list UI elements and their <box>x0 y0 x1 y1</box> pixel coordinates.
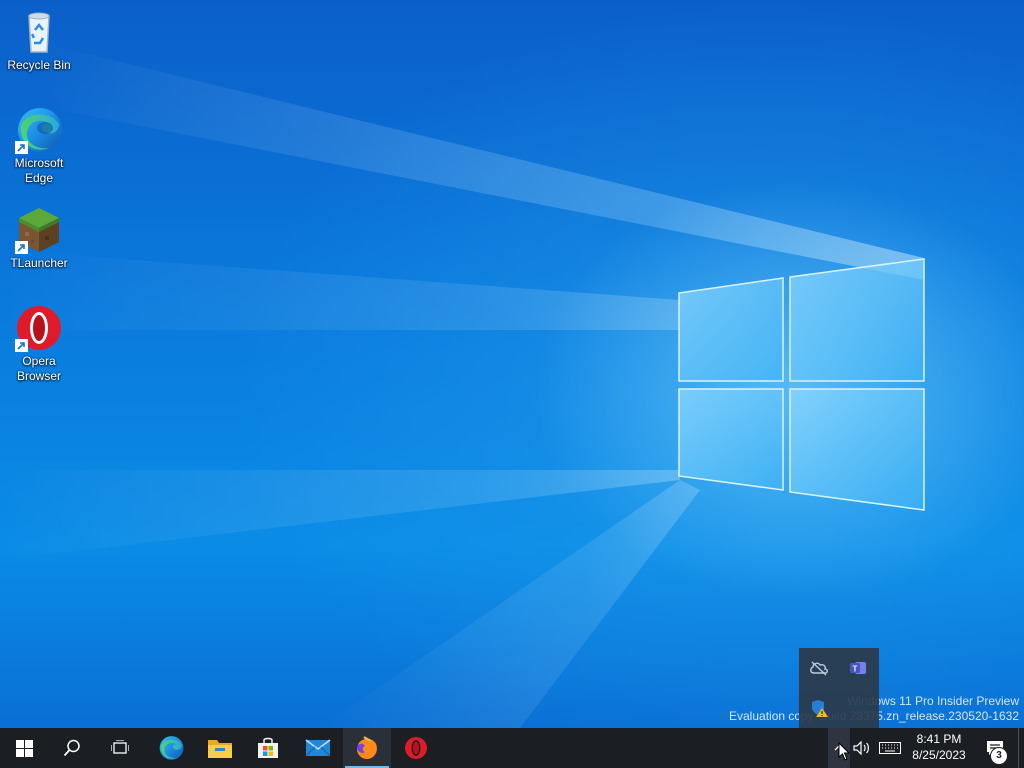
desktop-icon-label: Opera Browser <box>16 354 61 383</box>
svg-text:T: T <box>853 665 858 674</box>
taskbar-file-explorer[interactable] <box>196 728 244 768</box>
taskbar-edge[interactable] <box>147 728 195 768</box>
task-view-icon <box>111 740 129 754</box>
start-button[interactable] <box>0 728 48 768</box>
recycle-bin-icon <box>15 8 63 56</box>
desktop-icon-label: Recycle Bin <box>7 58 71 72</box>
touch-keyboard-button[interactable] <box>876 728 904 768</box>
taskbar-firefox[interactable] <box>343 728 391 768</box>
onedrive-offline-icon[interactable] <box>807 656 831 680</box>
clock-date: 8/25/2023 <box>912 748 966 762</box>
volume-button[interactable] <box>850 728 874 768</box>
hidden-tray-icons-flyout: T <box>799 648 879 728</box>
wallpaper-windows-logo <box>678 258 925 511</box>
desktop-icon-microsoft-edge[interactable]: Microsoft Edge <box>3 106 75 186</box>
store-icon <box>258 737 278 758</box>
shortcut-arrow-icon <box>15 339 28 352</box>
desktop-icon-label: Microsoft Edge <box>14 156 64 185</box>
taskbar-store[interactable] <box>244 728 292 768</box>
volume-icon <box>853 741 869 755</box>
edge-icon <box>159 736 184 760</box>
task-view-button[interactable] <box>96 728 144 768</box>
taskbar-clock[interactable]: 8:41 PM 8/25/2023 <box>906 728 972 768</box>
mouse-cursor-icon <box>838 742 850 761</box>
edge-icon <box>15 106 63 154</box>
taskbar-opera[interactable] <box>392 728 440 768</box>
desktop-icon-recycle-bin[interactable]: Recycle Bin <box>3 8 75 73</box>
opera-icon <box>15 304 63 352</box>
clock-time: 8:41 PM <box>916 732 962 746</box>
teams-icon[interactable]: T <box>846 656 870 680</box>
notification-count-badge: 3 <box>990 747 1008 765</box>
show-desktop-button[interactable] <box>1018 728 1024 768</box>
tlauncher-grass-block-icon <box>15 206 63 254</box>
search-button[interactable] <box>48 728 96 768</box>
desktop-icon-opera-browser[interactable]: Opera Browser <box>3 304 75 384</box>
firefox-icon <box>357 736 377 759</box>
mail-icon <box>305 739 331 757</box>
desktop-icon-label: TLauncher <box>10 256 68 270</box>
shortcut-arrow-icon <box>15 141 28 154</box>
security-warning-icon[interactable] <box>807 696 831 720</box>
opera-icon <box>405 737 427 759</box>
desktop[interactable]: Recycle Bin Microsoft Edge TLauncher Ope… <box>0 0 1024 728</box>
shortcut-arrow-icon <box>15 241 28 254</box>
taskbar-mail[interactable] <box>294 728 342 768</box>
windows-logo-icon <box>15 739 33 757</box>
folder-icon <box>208 740 232 758</box>
search-icon <box>63 739 80 757</box>
desktop-icon-tlauncher[interactable]: TLauncher <box>3 206 75 271</box>
touch-keyboard-icon <box>879 742 901 754</box>
taskbar: 8:41 PM 8/25/2023 <box>0 728 1024 768</box>
